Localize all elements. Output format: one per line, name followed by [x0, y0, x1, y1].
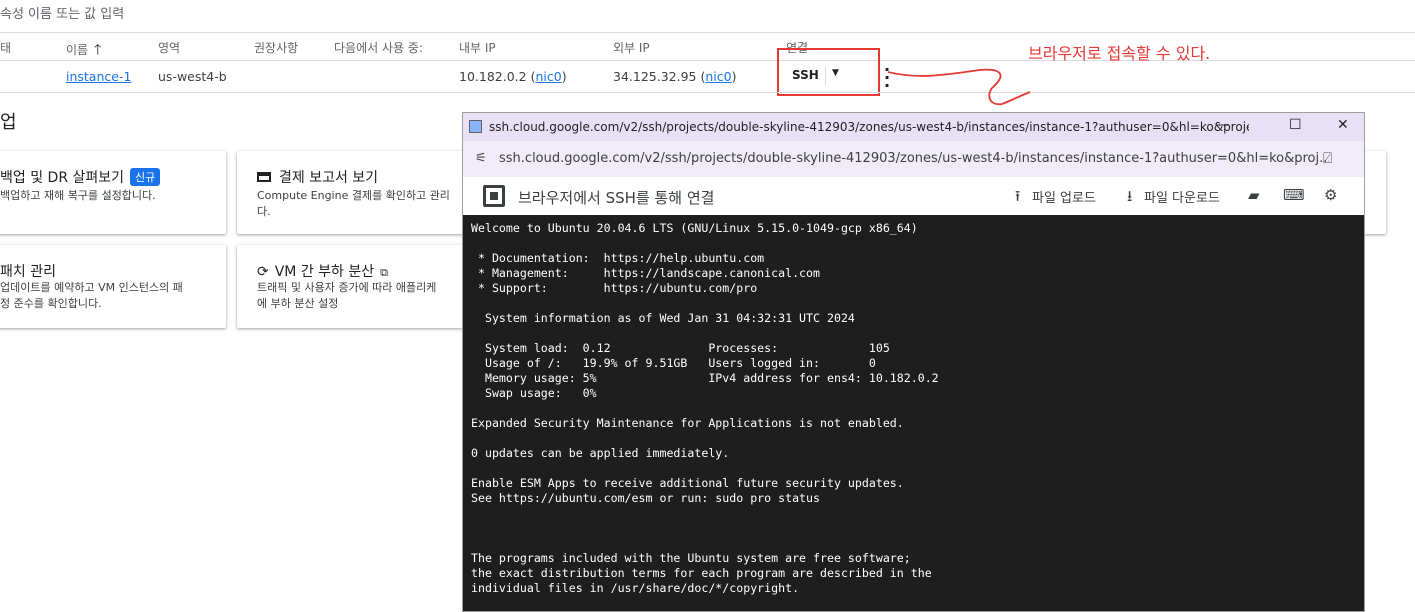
external-ip: 34.125.32.95: [613, 69, 697, 84]
external-nic-link[interactable]: nic0: [705, 69, 731, 84]
download-file-button[interactable]: 파일 다운로드: [1144, 187, 1220, 206]
divider: [0, 92, 1415, 93]
annotation-scribble: [887, 68, 1031, 106]
card-backup-dr[interactable]: 백업 및 DR 살펴보기 신규 백업하고 재해 복구를 설정합니다.: [0, 151, 226, 234]
card-title-text: 결제 보고서 보기: [279, 170, 379, 186]
internal-ip: 10.182.0.2: [459, 69, 527, 84]
card-title: 백업 및 DR 살펴보기 신규: [0, 167, 161, 187]
window-title: ssh.cloud.google.com/v2/ssh/projects/dou…: [489, 120, 1249, 134]
new-badge: 신규: [130, 168, 161, 186]
card-desc: 트래픽 및 사용자 증가에 따라 애플리케 에 부하 분산 설정: [257, 281, 437, 310]
col-header-external-ip[interactable]: 외부 IP: [613, 39, 650, 56]
card-billing-report[interactable]: 결제 보고서 보기 Compute Engine 결제를 확인하고 관리 다.: [237, 151, 467, 234]
card-title-text: VM 간 부하 분산: [274, 264, 375, 280]
instance-zone: us-west4-b: [158, 69, 227, 84]
site-settings-icon[interactable]: ⚟: [475, 151, 487, 166]
card-desc: Compute Engine 결제를 확인하고 관리 다.: [257, 189, 450, 218]
sync-icon: ⟳: [257, 264, 269, 280]
open-in-new-icon[interactable]: ⧉: [380, 266, 388, 279]
close-icon[interactable]: ✕: [1337, 117, 1349, 133]
col-header-internal-ip[interactable]: 내부 IP: [459, 39, 496, 56]
arrow-up-icon: 🡑: [94, 42, 102, 58]
upload-icon[interactable]: ⭱: [1015, 186, 1020, 211]
filter-input[interactable]: 속성 이름 또는 값 입력: [0, 3, 124, 22]
col-header-status[interactable]: 태: [0, 39, 11, 56]
card-load-balancing[interactable]: ⟳ VM 간 부하 분산 ⧉ 트래픽 및 사용자 증가에 따라 애플리케 에 부하 …: [237, 245, 467, 328]
chip-icon: [483, 185, 505, 207]
card-desc: 업데이트를 예약하고 VM 인스턴스의 패 정 준수를 확인합니다.: [0, 281, 183, 310]
annotation-text: 브라우저로 접속할 수 있다.: [1028, 44, 1211, 63]
divider: [0, 32, 1415, 33]
instance-name-link[interactable]: instance-1: [66, 69, 131, 84]
card-title-text: 백업 및 DR 살펴보기: [0, 170, 125, 186]
external-ip-cell: 34.125.32.95 (nic0): [613, 69, 737, 84]
ssh-favicon-icon: [469, 120, 482, 133]
keyboard-icon[interactable]: ⌨: [1283, 186, 1305, 204]
card-patch-management[interactable]: 패치 관리 업데이트를 예약하고 VM 인스턴스의 패 정 준수를 확인합니다.: [0, 245, 226, 328]
terminal-output[interactable]: Welcome to Ubuntu 20.04.6 LTS (GNU/Linux…: [471, 221, 1361, 596]
settings-gear-icon[interactable]: ⚙: [1324, 186, 1337, 204]
ssh-toolbar: 브라우저에서 SSH를 통해 연결 ⭱ 파일 업로드 ⭳ 파일 다운로드 ▰ ⌨…: [463, 177, 1364, 215]
address-url[interactable]: ssh.cloud.google.com/v2/ssh/projects/dou…: [499, 151, 1329, 166]
card-title: 결제 보고서 보기: [257, 167, 378, 187]
upload-file-button[interactable]: 파일 업로드: [1032, 187, 1096, 206]
ssh-browser-window: ssh.cloud.google.com/v2/ssh/projects/dou…: [462, 112, 1365, 612]
section-title: 업: [0, 112, 17, 133]
card-title: ⟳ VM 간 부하 분산 ⧉: [257, 261, 388, 281]
col-header-recommendation[interactable]: 권장사항: [254, 39, 298, 56]
col-header-zone[interactable]: 영역: [158, 39, 180, 56]
internal-nic-link[interactable]: nic0: [535, 69, 561, 84]
feedback-icon[interactable]: ▰: [1248, 186, 1260, 204]
window-titlebar[interactable]: ssh.cloud.google.com/v2/ssh/projects/dou…: [463, 113, 1364, 141]
internal-ip-cell: 10.182.0.2 (nic0): [459, 69, 567, 84]
download-icon[interactable]: ⭳: [1127, 186, 1132, 211]
maximize-icon[interactable]: ☐: [1289, 117, 1302, 133]
cast-off-icon[interactable]: ⍁: [1323, 149, 1332, 167]
minimize-icon[interactable]: —: [1215, 117, 1229, 133]
address-bar[interactable]: ⚟ ssh.cloud.google.com/v2/ssh/projects/d…: [463, 141, 1364, 177]
highlight-box: [777, 48, 880, 96]
ssh-heading: 브라우저에서 SSH를 통해 연결: [518, 189, 715, 207]
card-desc: 백업하고 재해 복구를 설정합니다.: [0, 189, 156, 202]
col-header-in-use-by[interactable]: 다음에서 사용 중:: [334, 39, 423, 56]
col-header-name-label: 이름: [66, 43, 89, 57]
credit-card-icon: [257, 172, 271, 182]
card-title-text: 패치 관리: [0, 264, 56, 280]
